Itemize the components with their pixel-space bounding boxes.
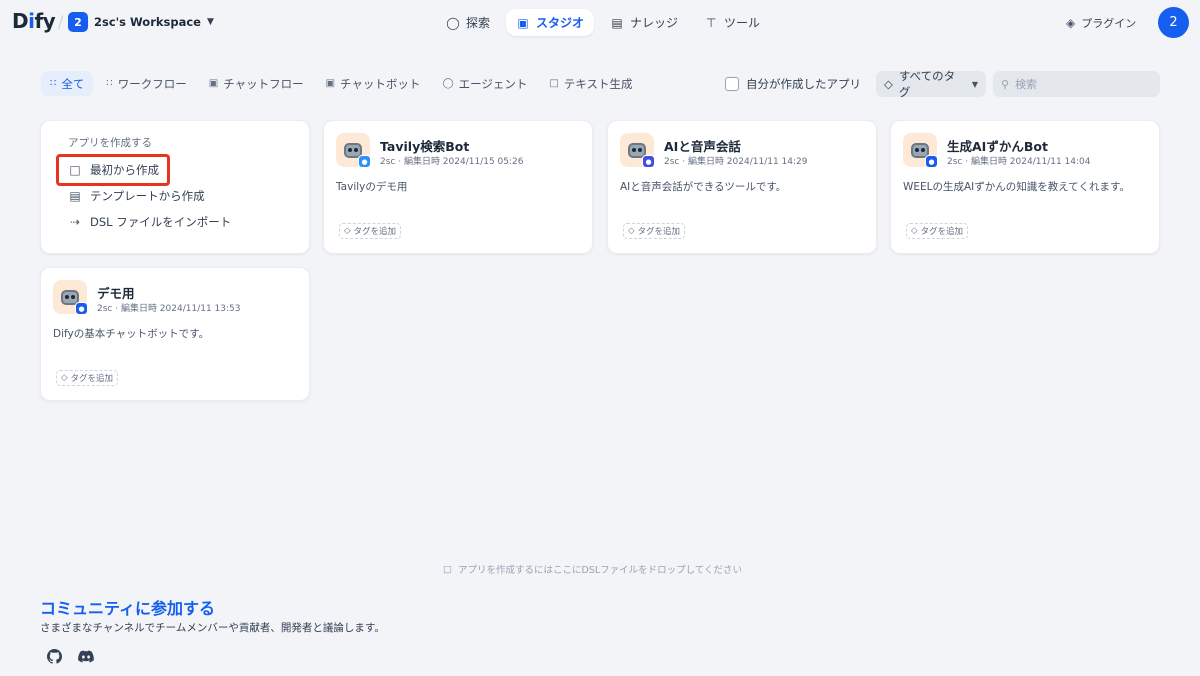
- chatflow-icon: ▣: [208, 78, 219, 89]
- chevron-down-icon: ▼: [971, 79, 978, 89]
- plugin-button[interactable]: ◈ プラグイン: [1066, 15, 1136, 31]
- discord-icon[interactable]: [78, 648, 94, 664]
- file-plus-icon: □: [69, 163, 81, 177]
- app-description: AIと音声会話ができるツールです。: [620, 181, 787, 193]
- tag-icon: ◇: [628, 226, 635, 236]
- social-links: [46, 648, 94, 664]
- add-tag-button[interactable]: ◇ タグを追加: [623, 223, 686, 239]
- add-tag-button[interactable]: ◇ タグを追加: [339, 223, 402, 239]
- search-box[interactable]: ⚲: [993, 71, 1160, 97]
- tag-icon: ◇: [61, 373, 68, 383]
- github-icon[interactable]: [46, 648, 62, 664]
- community-title: コミュニティに参加する: [40, 599, 216, 618]
- tag-icon: ◇: [344, 226, 351, 236]
- search-input[interactable]: [1015, 77, 1146, 91]
- search-icon: ⚲: [1001, 77, 1010, 91]
- filter-chatbot[interactable]: ▣ チャットボット: [317, 71, 430, 96]
- tag-filter-select[interactable]: ◇ すべてのタグ ▼: [876, 69, 986, 99]
- nav-knowledge[interactable]: ▤ ナレッジ: [600, 9, 688, 36]
- filter-chatflow[interactable]: ▣ チャットフロー: [200, 71, 313, 96]
- top-header: Dify / 2 2sc's Workspace ▼ ◯ 探索 ▣ スタジオ ▤…: [0, 0, 1200, 46]
- main-nav: ◯ 探索 ▣ スタジオ ▤ ナレッジ ⊤ ツール: [436, 9, 770, 36]
- dsl-drop-hint: □ アプリを作成するにはここにDSLファイルをドロップしてください: [443, 563, 743, 577]
- user-avatar[interactable]: 2: [1158, 7, 1189, 38]
- app-description: Difyの基本チャットボットです。: [53, 328, 210, 340]
- app-meta: 2sc · 編集日時 2024/11/11 13:53: [97, 304, 241, 314]
- app-meta: 2sc · 編集日時 2024/11/15 05:26: [380, 157, 524, 167]
- add-tag-button[interactable]: ◇ タグを追加: [56, 370, 119, 386]
- chat-badge-icon: ●: [358, 155, 371, 168]
- app-card[interactable]: ● AIと音声会話 2sc · 編集日時 2024/11/11 14:29 AI…: [607, 120, 877, 254]
- workspace-switcher[interactable]: 2 2sc's Workspace ▼: [68, 12, 214, 32]
- agent-icon: ◯: [442, 78, 454, 89]
- workflow-icon: ∷: [106, 78, 113, 89]
- nav-studio[interactable]: ▣ スタジオ: [506, 9, 595, 36]
- app-card[interactable]: ● デモ用 2sc · 編集日時 2024/11/11 13:53 Difyの基…: [40, 267, 310, 401]
- filter-agent[interactable]: ◯ エージェント: [433, 71, 536, 96]
- workspace-name: 2sc's Workspace: [94, 15, 201, 29]
- my-apps-toggle[interactable]: 自分が作成したアプリ: [725, 76, 861, 92]
- create-from-blank-button[interactable]: □ 最初から作成: [56, 154, 170, 186]
- chevron-down-icon: ▼: [206, 17, 214, 27]
- tag-icon: ◇: [884, 77, 893, 91]
- create-app-title: アプリを作成する: [68, 137, 152, 149]
- robot-icon: ▣: [517, 15, 529, 30]
- app-description: WEELの生成AIずかんの知識を教えてくれます。: [903, 181, 1130, 193]
- app-name: Tavily検索Bot: [380, 139, 470, 154]
- filter-text-generation[interactable]: □ テキスト生成: [540, 71, 641, 96]
- chatbot-icon: ▣: [325, 78, 336, 89]
- import-dsl-button[interactable]: ⇢ DSL ファイルをインポート: [68, 209, 309, 235]
- chatbot-badge-icon: ●: [75, 302, 88, 315]
- app-description: Tavilyのデモ用: [336, 181, 408, 193]
- app-name: デモ用: [97, 286, 135, 301]
- import-icon: ⇢: [69, 215, 81, 229]
- nav-tools[interactable]: ⊤ ツール: [694, 9, 770, 36]
- book-icon: ▤: [611, 15, 623, 30]
- app-meta: 2sc · 編集日時 2024/11/11 14:29: [664, 157, 808, 167]
- cube-icon: ◈: [1066, 16, 1076, 30]
- create-from-template-button[interactable]: ▤ テンプレートから作成: [68, 183, 309, 209]
- community-description: さまざまなチャンネルでチームメンバーや貢献者、開発者と議論します。: [40, 622, 385, 634]
- my-apps-checkbox[interactable]: [725, 77, 739, 91]
- app-name: AIと音声会話: [664, 139, 741, 154]
- create-app-card: アプリを作成する □ 最初から作成 ▤ テンプレートから作成 ⇢ DSL ファイ…: [40, 120, 310, 254]
- template-icon: ▤: [69, 189, 81, 203]
- app-card[interactable]: ● 生成AIずかんBot 2sc · 編集日時 2024/11/11 14:04…: [890, 120, 1160, 254]
- app-name: 生成AIずかんBot: [947, 139, 1048, 154]
- workspace-separator: /: [58, 12, 64, 31]
- agent-badge-icon: ●: [642, 155, 655, 168]
- file-drop-icon: □: [443, 563, 452, 575]
- grid-icon: ∷: [50, 78, 57, 89]
- text-generation-icon: □: [549, 78, 559, 89]
- filter-all[interactable]: ∷ 全て: [41, 71, 94, 96]
- dify-logo[interactable]: Dify: [12, 9, 56, 33]
- workspace-badge: 2: [68, 12, 88, 32]
- app-card[interactable]: ● Tavily検索Bot 2sc · 編集日時 2024/11/15 05:2…: [323, 120, 593, 254]
- compass-icon: ◯: [446, 15, 460, 30]
- app-meta: 2sc · 編集日時 2024/11/11 14:04: [947, 157, 1091, 167]
- chatbot-badge-icon: ●: [925, 155, 938, 168]
- hammer-icon: ⊤: [705, 15, 717, 30]
- tag-icon: ◇: [911, 226, 918, 236]
- filter-workflow[interactable]: ∷ ワークフロー: [97, 71, 195, 96]
- nav-explore[interactable]: ◯ 探索: [436, 9, 500, 36]
- app-type-filters: ∷ 全て ∷ ワークフロー ▣ チャットフロー ▣ チャットボット ◯ エージェ…: [41, 71, 642, 96]
- add-tag-button[interactable]: ◇ タグを追加: [906, 223, 969, 239]
